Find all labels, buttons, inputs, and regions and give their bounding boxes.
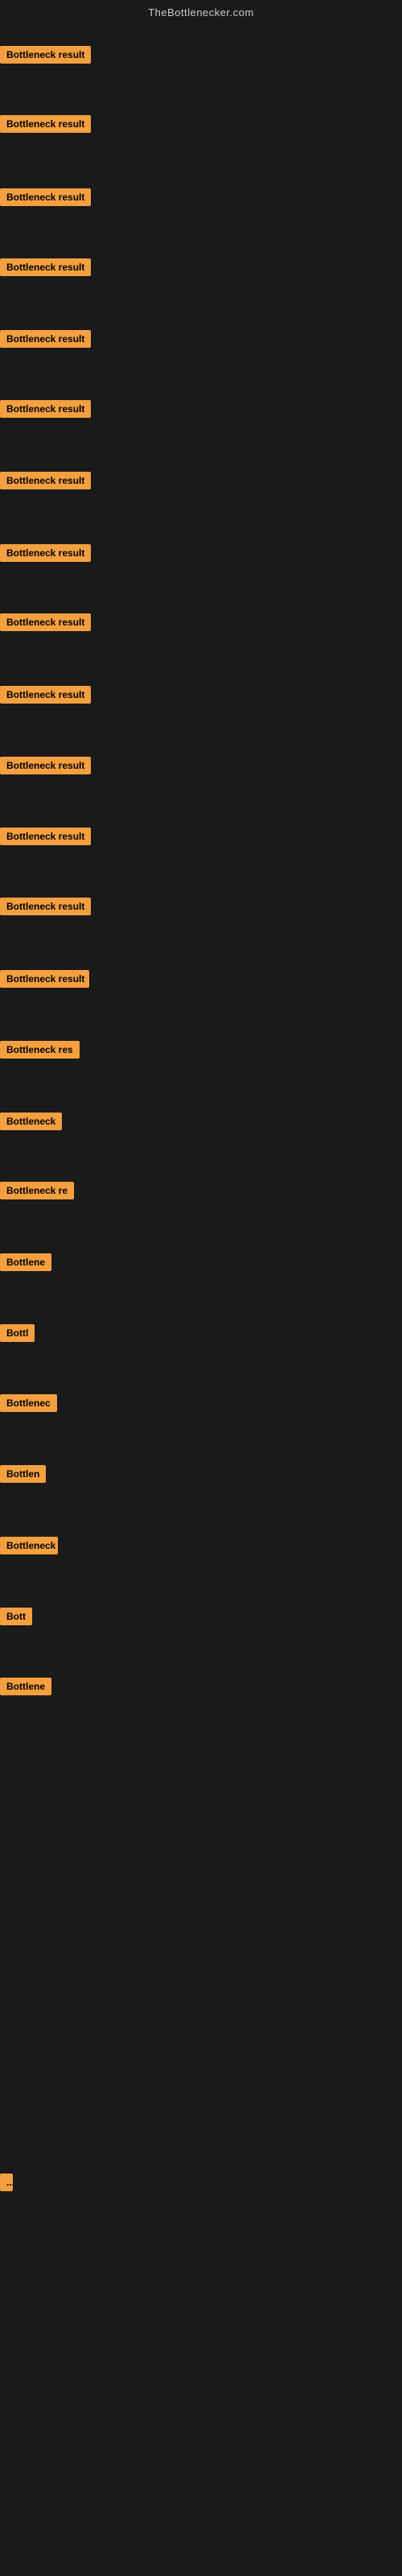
bottleneck-badge: Bottleneck re: [0, 1182, 74, 1199]
list-item: Bottlene: [0, 1678, 51, 1699]
list-item: Bottlene: [0, 1253, 51, 1275]
list-item: Bottleneck result: [0, 115, 91, 137]
list-item: Bottlenec: [0, 1394, 57, 1416]
bottleneck-badge: Bottleneck result: [0, 686, 91, 704]
list-item: Bottleneck result: [0, 188, 91, 210]
list-item: Bottleneck result: [0, 686, 91, 708]
list-item: ...: [0, 2174, 13, 2195]
bottleneck-badge: Bottleneck result: [0, 400, 91, 418]
bottleneck-badge: Bottleneck res: [0, 1041, 80, 1059]
list-item: Bottleneck result: [0, 46, 91, 68]
list-item: Bottleneck result: [0, 472, 91, 493]
list-item: Bottleneck res: [0, 1041, 80, 1063]
list-item: Bottleneck result: [0, 898, 91, 919]
bottleneck-badge: Bottl: [0, 1324, 35, 1342]
bottleneck-badge: Bottleneck: [0, 1113, 62, 1130]
bottleneck-badge: Bottleneck result: [0, 46, 91, 64]
bottleneck-badge: ...: [0, 2174, 13, 2191]
bottleneck-badge: Bottleneck: [0, 1537, 58, 1554]
bottleneck-badge: Bottleneck result: [0, 613, 91, 631]
list-item: Bott: [0, 1608, 32, 1629]
bottleneck-badge: Bottleneck result: [0, 472, 91, 489]
list-item: Bottleneck result: [0, 613, 91, 635]
list-item: Bottleneck: [0, 1113, 62, 1134]
bottleneck-badge: Bottlenec: [0, 1394, 57, 1412]
site-title: TheBottlenecker.com: [148, 6, 254, 19]
bottleneck-badge: Bottlene: [0, 1253, 51, 1271]
list-item: Bottlen: [0, 1465, 46, 1487]
bottleneck-badge: Bottleneck result: [0, 757, 91, 774]
list-item: Bottleneck result: [0, 757, 91, 778]
list-item: Bottleneck result: [0, 828, 91, 849]
bottleneck-badge: Bottleneck result: [0, 970, 89, 988]
list-item: Bottleneck result: [0, 970, 89, 992]
list-item: Bottleneck: [0, 1537, 58, 1558]
bottleneck-badge: Bottleneck result: [0, 828, 91, 845]
bottleneck-badge: Bottleneck result: [0, 115, 91, 133]
list-item: Bottleneck result: [0, 258, 91, 280]
bottleneck-badge: Bottleneck result: [0, 898, 91, 915]
bottleneck-badge: Bottleneck result: [0, 258, 91, 276]
bottleneck-badge: Bottlen: [0, 1465, 46, 1483]
site-header: TheBottlenecker.com: [0, 0, 402, 22]
bottleneck-badge: Bott: [0, 1608, 32, 1625]
list-item: Bottleneck result: [0, 330, 91, 352]
bottleneck-badge: Bottlene: [0, 1678, 51, 1695]
list-item: Bottleneck re: [0, 1182, 74, 1203]
bottleneck-badge: Bottleneck result: [0, 544, 91, 562]
bottleneck-badge: Bottleneck result: [0, 188, 91, 206]
list-item: Bottleneck result: [0, 400, 91, 422]
list-item: Bottl: [0, 1324, 35, 1346]
bottleneck-badge: Bottleneck result: [0, 330, 91, 348]
list-item: Bottleneck result: [0, 544, 91, 566]
